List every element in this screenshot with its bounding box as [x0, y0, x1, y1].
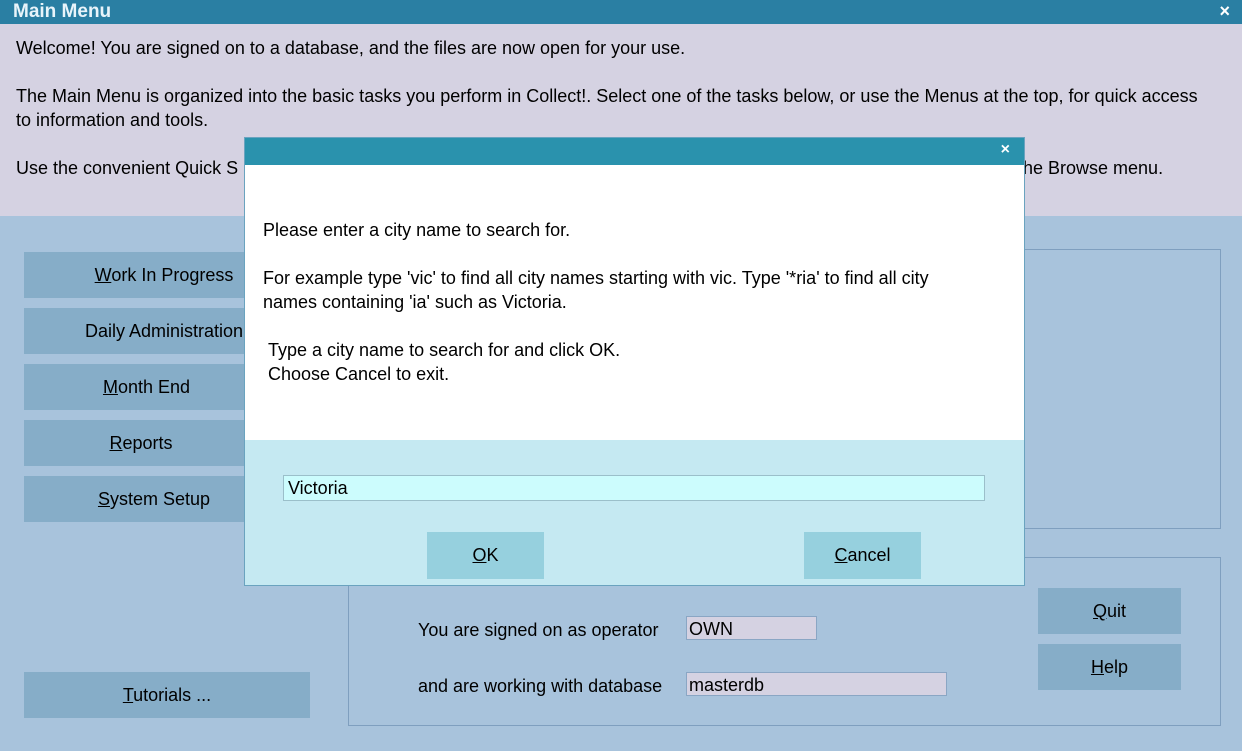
close-icon[interactable]: ×	[1219, 1, 1230, 22]
tutorials-button[interactable]: Tutorials ...	[24, 672, 310, 718]
mnemonic: H	[1090, 657, 1104, 677]
close-icon[interactable]: ×	[1001, 141, 1010, 159]
button-label: elp	[1103, 657, 1129, 677]
help-button[interactable]: Help	[1038, 644, 1181, 690]
button-label: uit	[1107, 601, 1127, 621]
dialog-example: For example type 'vic' to find all city …	[263, 268, 929, 312]
dialog-prompt: Please enter a city name to search for.	[263, 220, 571, 240]
mnemonic: Q	[1092, 601, 1107, 621]
button-label: onth End	[117, 377, 191, 397]
quit-button[interactable]: Quit	[1038, 588, 1181, 634]
button-label: ork In Progress	[111, 265, 234, 285]
dialog-instruction-ok: Type a city name to search for and click…	[268, 340, 621, 360]
city-name-input[interactable]	[283, 475, 985, 501]
operator-label: You are signed on as operator	[418, 620, 659, 640]
dialog-message: Please enter a city name to search for. …	[245, 165, 1024, 440]
cancel-button[interactable]: Cancel	[804, 532, 921, 579]
mnemonic: R	[109, 433, 123, 453]
mnemonic: O	[472, 545, 487, 565]
button-label: utorials ...	[133, 685, 212, 705]
database-field: masterdb	[686, 672, 947, 696]
window-titlebar: Main Menu ×	[0, 0, 1242, 24]
button-label: eports	[122, 433, 173, 453]
button-label: K	[486, 545, 499, 565]
reports-button[interactable]: Reports	[24, 420, 258, 466]
welcome-text: Welcome! You are signed on to a database…	[16, 38, 686, 58]
dialog-titlebar: ×	[245, 138, 1024, 165]
window-title: Main Menu	[13, 1, 112, 22]
city-search-dialog: × Please enter a city name to search for…	[245, 138, 1024, 585]
month-end-button[interactable]: Month End	[24, 364, 269, 410]
button-label: ancel	[847, 545, 891, 565]
ok-button[interactable]: OK	[427, 532, 544, 579]
dialog-instruction-cancel: Choose Cancel to exit.	[268, 364, 450, 384]
database-label: and are working with database	[418, 676, 663, 696]
mnemonic: T	[122, 685, 134, 705]
mnemonic: W	[94, 265, 112, 285]
button-label: Daily Administration	[84, 321, 244, 341]
mnemonic: C	[834, 545, 848, 565]
quick-search-text-right: he Browse menu.	[1023, 158, 1164, 178]
mnemonic: S	[97, 489, 110, 509]
mnemonic: M	[102, 377, 118, 397]
operator-field: OWN	[686, 616, 817, 640]
info-panel	[1000, 249, 1221, 529]
main-menu-description: The Main Menu is organized into the basi…	[16, 86, 1198, 130]
button-label: ystem Setup	[109, 489, 211, 509]
